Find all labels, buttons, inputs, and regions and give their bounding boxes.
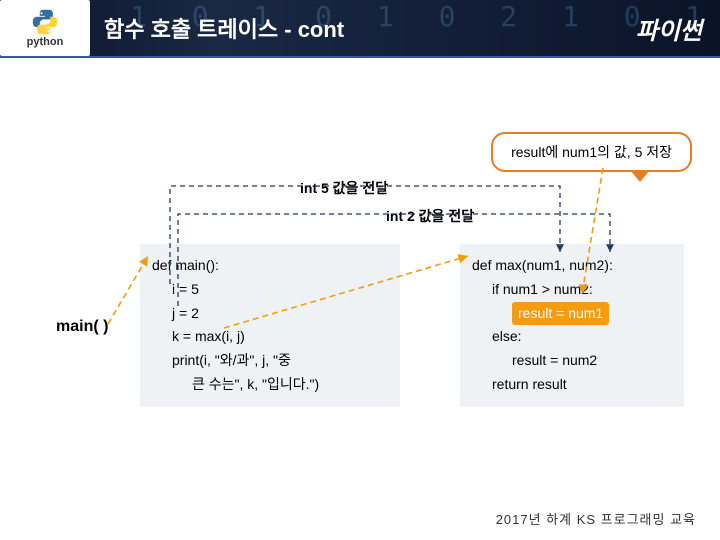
python-icon — [31, 8, 59, 36]
code-line: print(i, "와/과", j, "중 — [152, 349, 388, 373]
slide-header: 1 0 1 0 1 0 2 1 0 1 0 1 python 함수 호출 트레이… — [0, 0, 720, 56]
code-line: 큰 수는", k, "입니다.") — [152, 373, 388, 397]
highlight-result-assign: result = num1 — [512, 302, 609, 326]
code-block-max: def max(num1, num2): if num1 > num2: res… — [460, 244, 684, 407]
slide-title: 함수 호출 트레이스 - cont — [104, 12, 344, 44]
code-line: j = 2 — [152, 302, 388, 326]
logo-text: python — [27, 36, 64, 48]
label-int2: int 2 값을 전달 — [386, 206, 474, 226]
code-line: if num1 > num2: — [472, 278, 672, 302]
code-line: return result — [472, 373, 672, 397]
result-callout: result에 num1의 값, 5 저장 — [491, 132, 692, 172]
code-block-main: def main(): i = 5 j = 2 k = max(i, j) pr… — [140, 244, 400, 407]
code-line: i = 5 — [152, 278, 388, 302]
brand-text: 파이썬 — [636, 11, 702, 46]
footer-text: 2017년 하계 KS 프로그래밍 교육 — [496, 509, 696, 528]
code-line: result = num1 — [472, 302, 672, 326]
label-int5: int 5 값을 전달 — [300, 178, 388, 198]
diagram-stage: result에 num1의 값, 5 저장 int 5 값을 전달 int 2 … — [0, 58, 720, 498]
code-line: result = num2 — [472, 349, 672, 373]
main-call-label: main( ) — [56, 318, 108, 336]
code-line: k = max(i, j) — [152, 325, 388, 349]
code-line: else: — [472, 325, 672, 349]
python-logo: python — [0, 0, 90, 56]
code-line: def main(): — [152, 254, 388, 278]
code-line: def max(num1, num2): — [472, 254, 672, 278]
